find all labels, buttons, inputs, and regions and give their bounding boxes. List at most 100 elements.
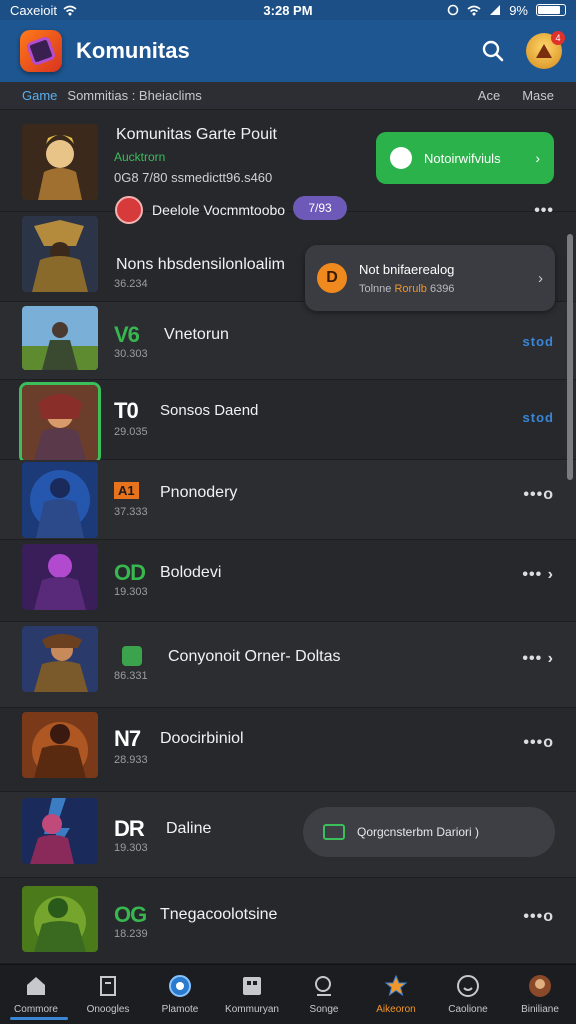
row-badge (122, 646, 142, 666)
nav-indicator (10, 1017, 68, 1020)
nav-label: Aikeoron (376, 1004, 416, 1015)
search-icon (482, 40, 504, 62)
list-item[interactable]: V6 Vnetorun 30.303 stod (0, 302, 576, 380)
row-extra: Deelole Vocmmtoobo (152, 202, 286, 218)
toast-message[interactable]: Qorgcnsterbm Dariori ) (303, 807, 555, 857)
globe-icon (169, 975, 191, 997)
notification-pill-button[interactable]: Notoirwifviuls › (376, 132, 554, 184)
list-item[interactable]: Conyonoit Orner- Doltas 86.331 ••• › (0, 622, 576, 708)
breadcrumb-path: Sommitias : Bheiaclims (67, 88, 202, 103)
bottom-nav: Commore Onoogles Plamote Kommuryan Songe… (0, 964, 576, 1024)
nav-item-home[interactable]: Commore (0, 965, 72, 1024)
row-badge: T0 (114, 398, 139, 423)
tab-game[interactable]: Game (22, 88, 57, 103)
row-badge: OD (114, 560, 146, 585)
smile-icon (457, 975, 479, 997)
search-button[interactable] (478, 36, 508, 66)
chevron-right-icon: › (538, 269, 543, 287)
tip-card[interactable]: D Not bnifaerealog Tolnne Rorulb 6396 › (305, 245, 555, 311)
game-thumbnail-selected (19, 382, 101, 464)
row-title: Tnegacoolotsine (160, 906, 278, 923)
row-title: Bolodevi (160, 564, 222, 581)
more-button[interactable]: ••• › (522, 566, 554, 584)
status-bar: Caxeioit 3:28 PM 9% (0, 0, 576, 20)
game-thumbnail (22, 798, 98, 864)
avatar-icon (529, 975, 551, 997)
more-button[interactable]: •••o (523, 908, 554, 926)
row-code: 36.234 (114, 278, 148, 290)
row-code: 30.303 (114, 348, 148, 360)
row-badge: DR (114, 816, 145, 841)
tip-line: Tolnne Rorulb 6396 (359, 282, 455, 295)
list-item[interactable]: A1 Pnonodery 37.333 •••o (0, 460, 576, 540)
scrollbar[interactable] (567, 234, 573, 480)
list-item[interactable]: OD Bolodevi 19.303 ••• › (0, 540, 576, 622)
row-title: Pnonodery (160, 484, 238, 501)
row-badge: A1 (114, 482, 139, 499)
row-title: Daline (166, 820, 212, 837)
community-list: Komunitas Garte Pouit Aucktrorn 0G8 7/80… (0, 112, 576, 964)
more-button[interactable]: stod (523, 410, 554, 425)
row-badge: V6 (114, 322, 140, 347)
page-title: Komunitas (76, 38, 190, 63)
game-icon (115, 196, 143, 224)
game-thumbnail (22, 306, 98, 370)
nav-item-globe[interactable]: Plamote (144, 965, 216, 1024)
game-thumbnail (22, 216, 98, 292)
notification-badge: 4 (551, 31, 565, 45)
row-code: 19.303 (114, 842, 148, 854)
chat-icon (323, 824, 345, 840)
nav-label: Caolione (448, 1004, 488, 1015)
row-title: Vnetorun (164, 326, 229, 343)
row-code: 29.035 (114, 426, 148, 438)
row-badge: N7 (114, 726, 141, 751)
more-button[interactable]: stod (523, 334, 554, 349)
nav-item-favorites[interactable]: Aikeoron (360, 965, 432, 1024)
nav-label: Songe (309, 1004, 339, 1015)
home-icon (27, 977, 45, 995)
tab-mase[interactable]: Mase (522, 88, 554, 103)
row-code: 86.331 (114, 670, 148, 682)
game-thumbnail (22, 712, 98, 778)
more-button[interactable]: ••• (534, 202, 554, 220)
tab-ace[interactable]: Ace (478, 88, 500, 103)
row-title: Conyonoit Orner- Doltas (168, 648, 341, 665)
nav-label: Commore (14, 1004, 58, 1015)
tip-title: Not bnifaerealog (359, 261, 455, 277)
row-code: 0G8 7/80 ssmedictt96.s460 (114, 170, 273, 185)
nav-item-search[interactable]: Songe (288, 965, 360, 1024)
toast-label: Qorgcnsterbm Dariori ) (357, 825, 480, 839)
row-code: 37.333 (114, 506, 148, 518)
tip-icon: D (317, 263, 347, 293)
app-logo[interactable] (20, 30, 62, 72)
nav-item-profile[interactable]: Biniliane (504, 965, 576, 1024)
app-bar: Komunitas 4 (0, 20, 576, 82)
star-icon (384, 974, 408, 997)
row-subtitle: Aucktrorn (114, 150, 166, 164)
game-thumbnail (22, 124, 98, 200)
more-button[interactable]: ••• › (522, 650, 554, 668)
more-button[interactable]: •••o (523, 734, 554, 752)
breadcrumb: Game Sommitias : Bheiaclims Ace Mase (0, 82, 576, 110)
more-button[interactable]: •••o (523, 486, 554, 504)
list-item[interactable]: N7 Doocirbiniol 28.933 •••o (0, 708, 576, 792)
nav-item-docs[interactable]: Onoogles (72, 965, 144, 1024)
document-icon (100, 976, 116, 996)
nav-item-emoji[interactable]: Caolione (432, 965, 504, 1024)
nav-label: Kommuryan (225, 1004, 279, 1015)
row-title: Nons hbsdensilonloalim (116, 256, 285, 273)
chevron-right-icon: › (535, 150, 540, 166)
game-thumbnail (22, 626, 98, 692)
row-code: 19.303 (114, 586, 148, 598)
battery-icon (536, 4, 566, 16)
row-code: 28.933 (114, 754, 148, 766)
row-code: 18.239 (114, 928, 148, 940)
nav-label: Biniliane (521, 1004, 559, 1015)
status-badge: 7/93 (293, 196, 347, 220)
list-item[interactable]: T0 Sonsos Daend 29.035 stod (0, 380, 576, 464)
nav-item-community[interactable]: Kommuryan (216, 965, 288, 1024)
avatar[interactable]: 4 (526, 31, 565, 69)
nav-label: Onoogles (86, 1004, 130, 1015)
list-item[interactable]: OG Tnegacoolotsine 18.239 •••o (0, 878, 576, 964)
row-title: Doocirbiniol (160, 730, 244, 747)
